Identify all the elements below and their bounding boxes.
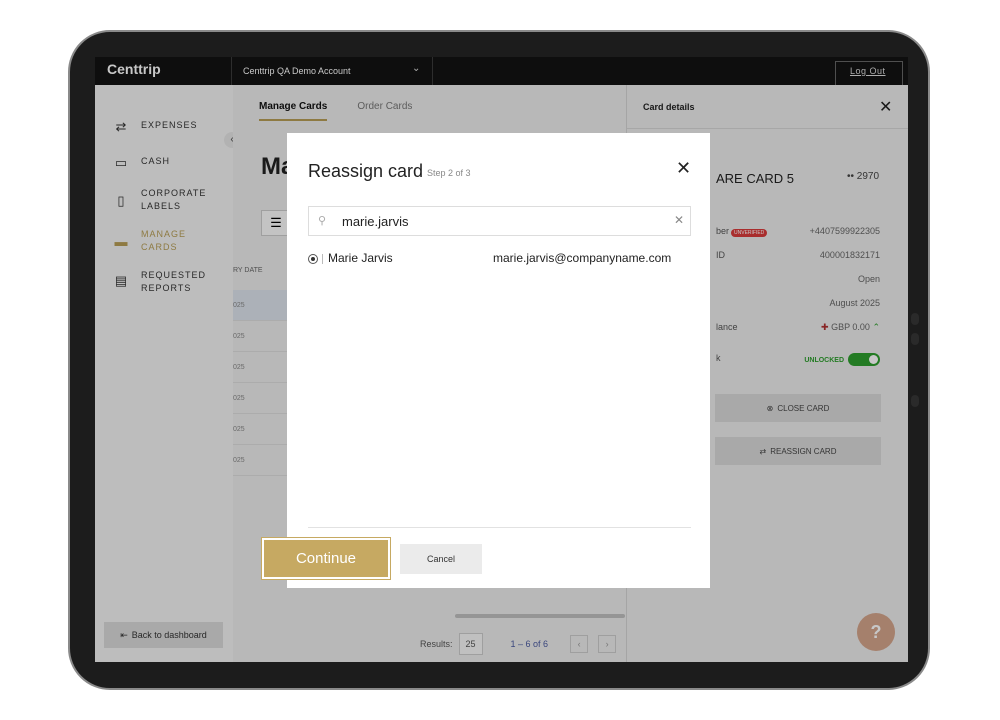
radio-selected[interactable] <box>308 254 318 264</box>
search-input[interactable] <box>342 212 662 230</box>
divider <box>322 254 323 264</box>
clear-search-icon[interactable]: ✕ <box>674 213 684 227</box>
search-box: ⚲ ✕ <box>308 206 691 236</box>
modal-step: Step 2 of 3 <box>427 168 471 178</box>
continue-button[interactable]: Continue <box>261 537 391 580</box>
search-result-item[interactable]: Marie Jarvis marie.jarvis@companyname.co… <box>308 251 688 271</box>
reassign-card-modal: Reassign card Step 2 of 3 ✕ ⚲ ✕ Marie Ja… <box>287 133 710 588</box>
close-icon[interactable]: ✕ <box>676 158 691 179</box>
modal-title: Reassign card <box>308 161 424 181</box>
divider <box>308 527 691 528</box>
tablet-button <box>911 395 919 407</box>
result-email: marie.jarvis@companyname.com <box>493 251 672 265</box>
cancel-button[interactable]: Cancel <box>400 544 482 574</box>
result-name: Marie Jarvis <box>328 251 393 265</box>
tablet-button <box>911 313 919 325</box>
tablet-button <box>911 333 919 345</box>
search-icon: ⚲ <box>318 215 327 227</box>
